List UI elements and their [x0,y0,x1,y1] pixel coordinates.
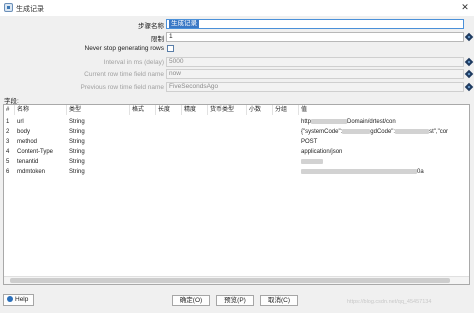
interval-input[interactable]: 5000 [166,57,464,67]
column-header-length[interactable]: 长度 [156,105,182,115]
column-header-value[interactable]: 值 [299,105,469,115]
column-header-name[interactable]: 名称 [15,105,67,115]
row-name[interactable]: method [15,137,67,147]
column-header-type[interactable]: 类型 [67,105,130,115]
redacted-block [311,118,348,124]
row-value[interactable]: http Domain/drtest/con [299,117,469,127]
scrollbar-thumb[interactable] [10,278,450,283]
row-type[interactable]: String [67,127,130,137]
variable-icon[interactable] [464,32,474,42]
interval-label: Interval in ms (delay) [103,59,164,66]
redacted-block [301,158,323,164]
variable-icon[interactable] [464,69,474,79]
step-name-label: 步骤名称 [138,23,164,30]
limit-input[interactable]: 1 [166,32,464,42]
table-header: # 名称 类型 格式 长度 精度 货币类型 小数 分组 值 [4,105,469,115]
close-button[interactable]: ✕ [458,0,472,14]
row-value[interactable]: {"systemCode": gdCode": st","cor [299,127,469,137]
variable-icon[interactable] [464,82,474,92]
fields-table: # 名称 类型 格式 长度 精度 货币类型 小数 分组 值 1 url Stri… [3,104,470,285]
row-type[interactable]: String [67,167,130,177]
help-button[interactable]: Help [3,294,34,306]
column-header-group[interactable]: 分组 [273,105,299,115]
row-num: 3 [6,139,10,145]
table-row[interactable]: 6 mdmtoken String 0a [4,167,469,177]
app-icon [4,3,13,12]
row-name[interactable]: mdmtoken [15,167,67,177]
column-header-decimal[interactable]: 小数 [247,105,273,115]
title-bar: 生成记录 ✕ [0,0,474,16]
column-header-num[interactable]: # [4,105,15,115]
row-type[interactable]: String [67,147,130,157]
row-value[interactable]: 0a [299,167,469,177]
row-name[interactable]: body [15,127,67,137]
table-row[interactable]: 4 Content-Type String application/json [4,147,469,157]
row-num: 1 [6,119,10,125]
never-stop-label: Never stop generating rows [84,45,165,52]
row-name[interactable]: Content-Type [15,147,67,157]
redacted-block [395,128,430,134]
help-label: Help [15,296,29,303]
column-header-currency[interactable]: 货币类型 [208,105,247,115]
variable-icon[interactable] [464,57,474,67]
row-type[interactable]: String [67,157,130,167]
ok-button[interactable]: 确定(O) [172,295,210,306]
previous-time-input[interactable]: FiveSecondsAgo [166,82,464,92]
watermark-text: https://blog.csdn.net/qq_45457134 [347,299,432,305]
previous-time-label: Previous row time field name [80,84,164,91]
row-num: 4 [6,149,10,155]
table-row[interactable]: 2 body String {"systemCode": gdCode": st",… [4,127,469,137]
table-row[interactable]: 5 tenantid String [4,157,469,167]
column-header-precision[interactable]: 精度 [182,105,208,115]
horizontal-scrollbar[interactable] [4,276,469,284]
redacted-block [301,168,417,174]
row-name[interactable]: tenantid [15,157,67,167]
table-row[interactable]: 3 method String POST [4,137,469,147]
preview-button[interactable]: 预览(P) [216,295,254,306]
table-row[interactable]: 1 url String http Domain/drtest/con [4,117,469,127]
row-value[interactable] [299,157,469,167]
never-stop-checkbox[interactable] [167,45,174,52]
row-type[interactable]: String [67,137,130,147]
limit-label: 限制 [151,36,164,43]
row-num: 6 [6,169,10,175]
step-name-input[interactable]: 生成记录 [166,19,464,29]
current-time-label: Current row time field name [84,71,164,78]
window-title: 生成记录 [16,6,44,13]
redacted-block [342,128,371,134]
cancel-button[interactable]: 取消(C) [260,295,298,306]
help-icon [7,296,13,303]
column-header-format[interactable]: 格式 [130,105,156,115]
row-num: 2 [6,129,10,135]
row-name[interactable]: url [15,117,67,127]
current-time-input[interactable]: now [166,69,464,79]
row-num: 5 [6,159,10,165]
row-type[interactable]: String [67,117,130,127]
row-value[interactable]: POST [299,137,469,147]
row-value[interactable]: application/json [299,147,469,157]
